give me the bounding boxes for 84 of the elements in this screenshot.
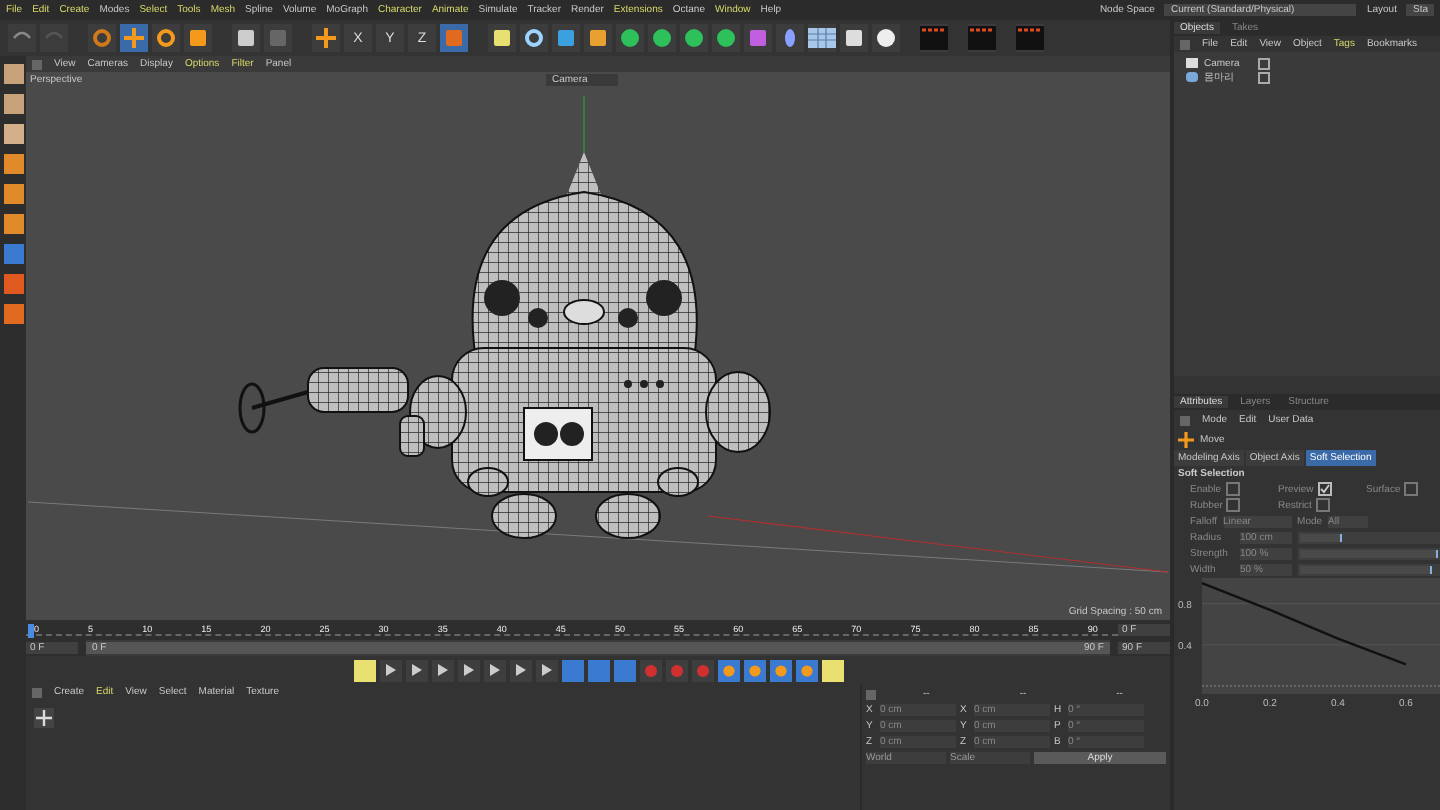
- record-button[interactable]: [639, 659, 661, 681]
- triangle-icon: [410, 664, 422, 676]
- capsule-icon: [780, 28, 800, 48]
- sphere-tool-button[interactable]: [520, 24, 548, 52]
- undo-tool-button[interactable]: [8, 24, 36, 52]
- dot-icon: [721, 663, 735, 677]
- circle-icon: [716, 28, 736, 48]
- grid-tool-button[interactable]: [808, 24, 836, 52]
- transport-button[interactable]: [509, 659, 531, 681]
- cube-tool-button[interactable]: [552, 24, 580, 52]
- square-icon: [492, 28, 512, 48]
- triangle-icon: [488, 664, 500, 676]
- generator-tool-button[interactable]: [616, 24, 644, 52]
- triangle-icon: [436, 664, 448, 676]
- square-icon: [444, 28, 464, 48]
- slider-track[interactable]: [1298, 531, 1440, 543]
- triangle-icon: [462, 664, 474, 676]
- square-icon: [844, 28, 864, 48]
- rotate-tool-button[interactable]: [152, 24, 180, 52]
- slider-track[interactable]: [1298, 563, 1440, 575]
- render-view-tool-button[interactable]: [488, 24, 516, 52]
- playhead[interactable]: [28, 623, 34, 637]
- checkbox[interactable]: [1315, 498, 1330, 512]
- record-button[interactable]: [665, 659, 687, 681]
- dot-icon: [747, 663, 761, 677]
- keyframe-button[interactable]: [353, 659, 375, 681]
- transport-button[interactable]: [379, 659, 401, 681]
- transform-tool-button[interactable]: [232, 24, 260, 52]
- record-mode-button[interactable]: [613, 659, 635, 681]
- clapper-tool-button[interactable]: [920, 24, 948, 52]
- checkbox[interactable]: [1225, 482, 1240, 496]
- bracket-tool-button[interactable]: [744, 24, 772, 52]
- grid-icon: [808, 28, 836, 48]
- clapperboard-icon: [1016, 26, 1044, 50]
- camera-tool-button[interactable]: [840, 24, 868, 52]
- square-icon: [748, 28, 768, 48]
- scale-tool-button[interactable]: [184, 24, 212, 52]
- square-icon: [556, 28, 576, 48]
- camera-icon: [1186, 58, 1198, 68]
- checkbox[interactable]: [1404, 482, 1419, 496]
- clapperboard-icon: [920, 26, 948, 50]
- pen-tool-button[interactable]: [584, 24, 612, 52]
- plus-icon: [316, 28, 336, 48]
- add-icon[interactable]: [34, 708, 54, 728]
- ring-icon: [524, 28, 544, 48]
- move-tool-button[interactable]: [120, 24, 148, 52]
- ring-icon: [92, 28, 112, 48]
- play-button[interactable]: [457, 659, 479, 681]
- object-icon: [1186, 72, 1198, 82]
- bulb-tool-button[interactable]: [872, 24, 900, 52]
- checkbox[interactable]: [1317, 482, 1332, 496]
- clapper-tool-button[interactable]: [968, 24, 996, 52]
- transport-button[interactable]: [483, 659, 505, 681]
- transport-button[interactable]: [535, 659, 557, 681]
- add-tool-button[interactable]: [312, 24, 340, 52]
- record-button[interactable]: [691, 659, 713, 681]
- circle-icon: [620, 28, 640, 48]
- dot-icon: [773, 663, 787, 677]
- select-tool-button[interactable]: [88, 24, 116, 52]
- square-icon: [268, 28, 288, 48]
- record-mode-button[interactable]: [587, 659, 609, 681]
- square-icon: [588, 28, 608, 48]
- generator-tool-button[interactable]: [712, 24, 740, 52]
- move-icon: [124, 28, 144, 48]
- generator-tool-button[interactable]: [680, 24, 708, 52]
- triangle-icon: [540, 664, 552, 676]
- scheme-button[interactable]: [821, 659, 843, 681]
- circle-icon: [652, 28, 672, 48]
- dot-icon: [799, 663, 813, 677]
- transport-button[interactable]: [431, 659, 453, 681]
- generator-tool-button[interactable]: [648, 24, 676, 52]
- checkbox[interactable]: [1226, 498, 1241, 512]
- ring-icon: [156, 28, 176, 48]
- move-icon: [1178, 431, 1194, 447]
- square-icon: [188, 28, 208, 48]
- clapper-tool-button[interactable]: [1016, 24, 1044, 52]
- square-icon: [236, 28, 256, 48]
- transport-button[interactable]: [405, 659, 427, 681]
- capsule-tool-button[interactable]: [776, 24, 804, 52]
- clapperboard-icon: [968, 26, 996, 50]
- triangle-icon: [384, 664, 396, 676]
- triangle-icon: [514, 664, 526, 676]
- circle-icon: [876, 28, 896, 48]
- circle-icon: [684, 28, 704, 48]
